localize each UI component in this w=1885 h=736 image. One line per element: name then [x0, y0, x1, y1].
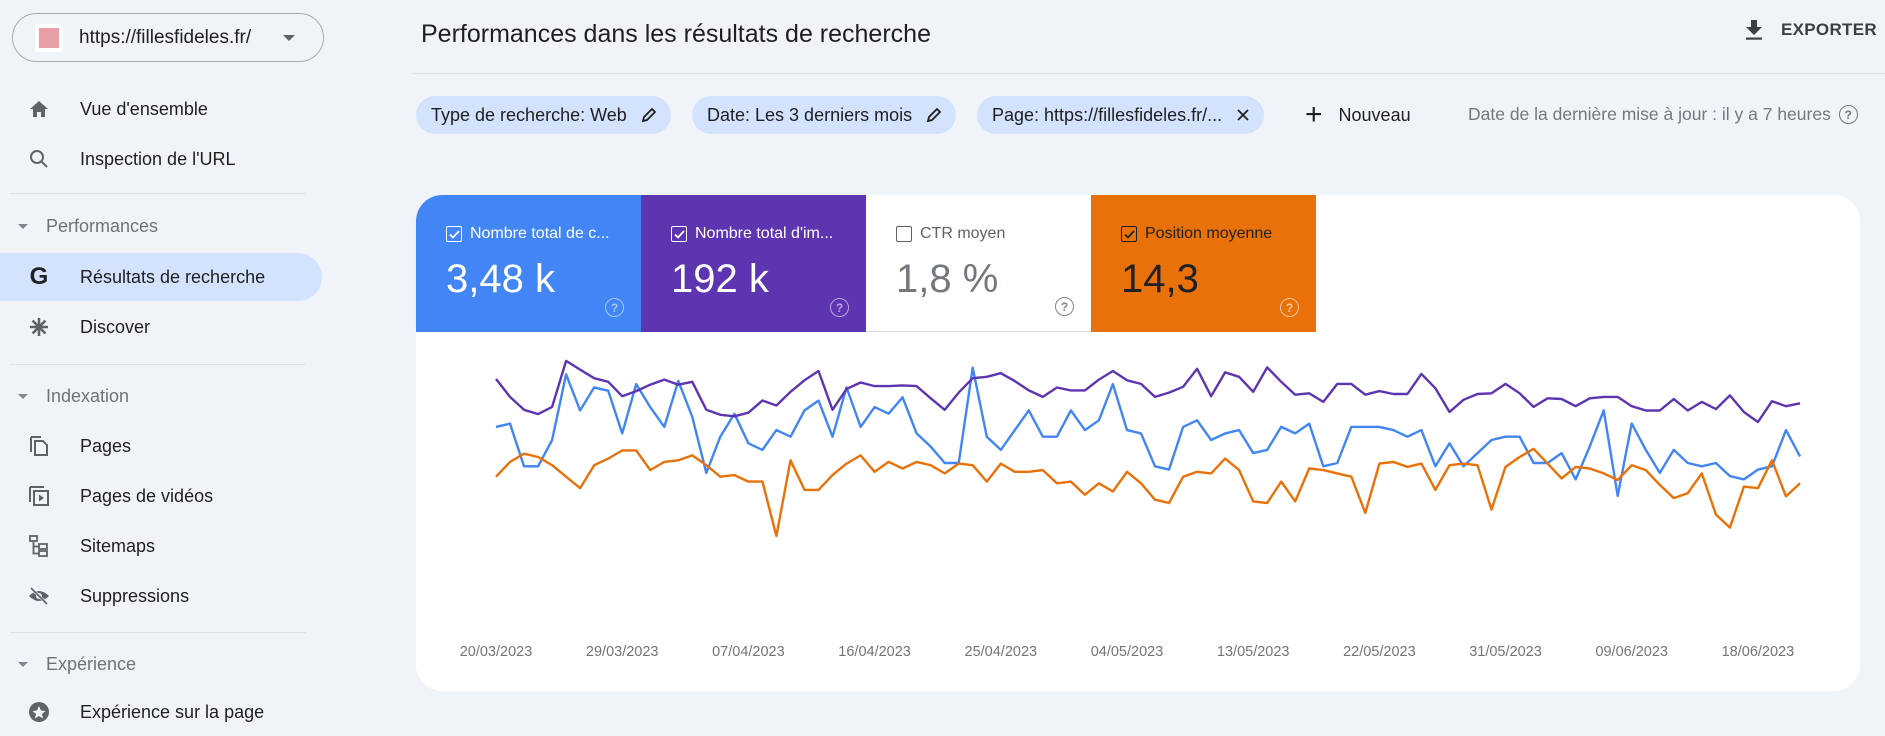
section-label: Performances [46, 216, 158, 237]
x-tick-label: 13/05/2023 [1217, 644, 1290, 660]
property-url: https://fillesfideles.fr/ [79, 27, 251, 49]
sidebar-item-label: Pages [80, 436, 131, 457]
section-label: Indexation [46, 386, 129, 407]
chip-label: Date: Les 3 derniers mois [707, 105, 912, 126]
edit-pencil-icon[interactable] [641, 107, 657, 123]
sidebar-divider [10, 193, 306, 194]
metric-value: 192 k [671, 257, 866, 302]
sidebar-item-pages[interactable]: Pages [0, 422, 322, 470]
plus-icon: + [1305, 100, 1323, 130]
metric-total-impressions[interactable]: Nombre total d'im... 192 k ? [641, 195, 866, 332]
help-icon[interactable]: ? [1280, 298, 1299, 317]
x-tick-label: 25/04/2023 [965, 644, 1038, 660]
collapse-triangle-icon [18, 662, 28, 667]
series-line-clics [496, 368, 1800, 496]
filter-chip-search-type[interactable]: Type de recherche: Web [416, 96, 671, 134]
sidebar-item-label: Pages de vidéos [80, 486, 213, 507]
help-icon[interactable]: ? [1839, 105, 1858, 124]
checkbox-unchecked-icon[interactable] [896, 226, 912, 242]
export-label: EXPORTER [1781, 20, 1877, 40]
performance-chart-card: 20/03/2023 29/03/2023 07/04/2023 16/04/2023… [416, 195, 1860, 691]
metric-value: 1,8 % [896, 257, 1091, 302]
eye-off-icon [28, 585, 50, 607]
metric-label: Nombre total d'im... [695, 225, 833, 243]
x-tick-label: 04/05/2023 [1091, 644, 1164, 660]
x-tick-label: 22/05/2023 [1343, 644, 1416, 660]
x-tick-label: 29/03/2023 [586, 644, 659, 660]
sidebar-item-page-experience[interactable]: Expérience sur la page [0, 688, 322, 736]
metric-label: CTR moyen [920, 225, 1005, 243]
search-icon [28, 148, 50, 170]
checkbox-checked-icon[interactable] [446, 226, 462, 242]
section-experience[interactable]: Expérience [18, 654, 136, 675]
site-favicon-icon [35, 24, 63, 52]
x-tick-label: 18/06/2023 [1722, 644, 1795, 660]
last-update-info: Date de la dernière mise à jour : il y a… [1468, 104, 1858, 125]
chevron-down-icon [283, 35, 295, 41]
metric-total-clicks[interactable]: Nombre total de c... 3,48 k ? [416, 195, 641, 332]
sidebar-item-video-pages[interactable]: Pages de vidéos [0, 472, 322, 520]
x-tick-label: 16/04/2023 [838, 644, 911, 660]
sidebar-item-overview[interactable]: Vue d'ensemble [0, 85, 322, 133]
help-icon[interactable]: ? [605, 298, 624, 317]
series-line-position [496, 449, 1800, 536]
collapse-triangle-icon [18, 224, 28, 229]
sidebar-item-label: Discover [80, 317, 150, 338]
edit-pencil-icon[interactable] [926, 107, 942, 123]
sidebar-item-url-inspection[interactable]: Inspection de l'URL [0, 135, 322, 183]
x-tick-label: 09/06/2023 [1595, 644, 1668, 660]
sidebar-item-label: Sitemaps [80, 536, 155, 557]
sidebar-item-label: Résultats de recherche [80, 267, 265, 288]
filter-chip-page[interactable]: Page: https://fillesfideles.fr/... [977, 96, 1264, 134]
sidebar-divider [10, 364, 306, 365]
close-icon[interactable] [1236, 108, 1250, 122]
section-indexation[interactable]: Indexation [18, 386, 129, 407]
filter-chip-date[interactable]: Date: Les 3 derniers mois [692, 96, 956, 134]
page-experience-icon [28, 701, 50, 723]
sitemap-icon [28, 535, 50, 557]
metric-average-position[interactable]: Position moyenne 14,3 ? [1091, 195, 1316, 332]
metric-value: 14,3 [1121, 257, 1316, 302]
page-title: Performances dans les résultats de reche… [421, 20, 931, 49]
help-icon[interactable]: ? [1055, 297, 1074, 316]
chip-label: Page: https://fillesfideles.fr/... [992, 105, 1222, 126]
sidebar-item-label: Suppressions [80, 586, 189, 607]
sidebar-divider [10, 632, 306, 633]
pages-icon [28, 435, 50, 457]
new-filter-button[interactable]: + Nouveau [1305, 100, 1411, 130]
header-divider [412, 73, 1885, 74]
property-selector[interactable]: https://fillesfideles.fr/ [12, 13, 324, 62]
asterisk-icon [28, 316, 50, 338]
metric-average-ctr[interactable]: CTR moyen 1,8 % ? [866, 195, 1091, 332]
export-button[interactable]: EXPORTER [1745, 20, 1877, 40]
help-icon[interactable]: ? [830, 298, 849, 317]
sidebar-item-search-results[interactable]: G Résultats de recherche [0, 253, 322, 301]
video-pages-icon [28, 485, 50, 507]
chip-label: Type de recherche: Web [431, 105, 627, 126]
x-tick-label: 31/05/2023 [1469, 644, 1542, 660]
sidebar-item-discover[interactable]: Discover [0, 303, 322, 351]
sidebar-item-label: Expérience sur la page [80, 702, 264, 723]
metric-label: Position moyenne [1145, 225, 1272, 243]
checkbox-checked-icon[interactable] [671, 226, 687, 242]
sidebar-item-label: Vue d'ensemble [80, 99, 208, 120]
collapse-triangle-icon [18, 394, 28, 399]
last-update-text: Date de la dernière mise à jour : il y a… [1468, 104, 1831, 125]
sidebar-item-sitemaps[interactable]: Sitemaps [0, 522, 322, 570]
sidebar-item-removals[interactable]: Suppressions [0, 572, 322, 620]
x-tick-label: 20/03/2023 [460, 644, 533, 660]
x-tick-label: 07/04/2023 [712, 644, 785, 660]
sidebar: https://fillesfideles.fr/ Vue d'ensemble… [0, 0, 330, 717]
sidebar-item-label: Inspection de l'URL [80, 149, 236, 170]
section-label: Expérience [46, 654, 136, 675]
checkbox-checked-icon[interactable] [1121, 226, 1137, 242]
metric-value: 3,48 k [446, 257, 641, 302]
metric-label: Nombre total de c... [470, 225, 610, 243]
new-filter-label: Nouveau [1339, 105, 1411, 126]
google-g-icon: G [28, 266, 50, 288]
section-performances[interactable]: Performances [18, 216, 158, 237]
home-icon [28, 98, 50, 120]
download-icon [1745, 20, 1763, 40]
